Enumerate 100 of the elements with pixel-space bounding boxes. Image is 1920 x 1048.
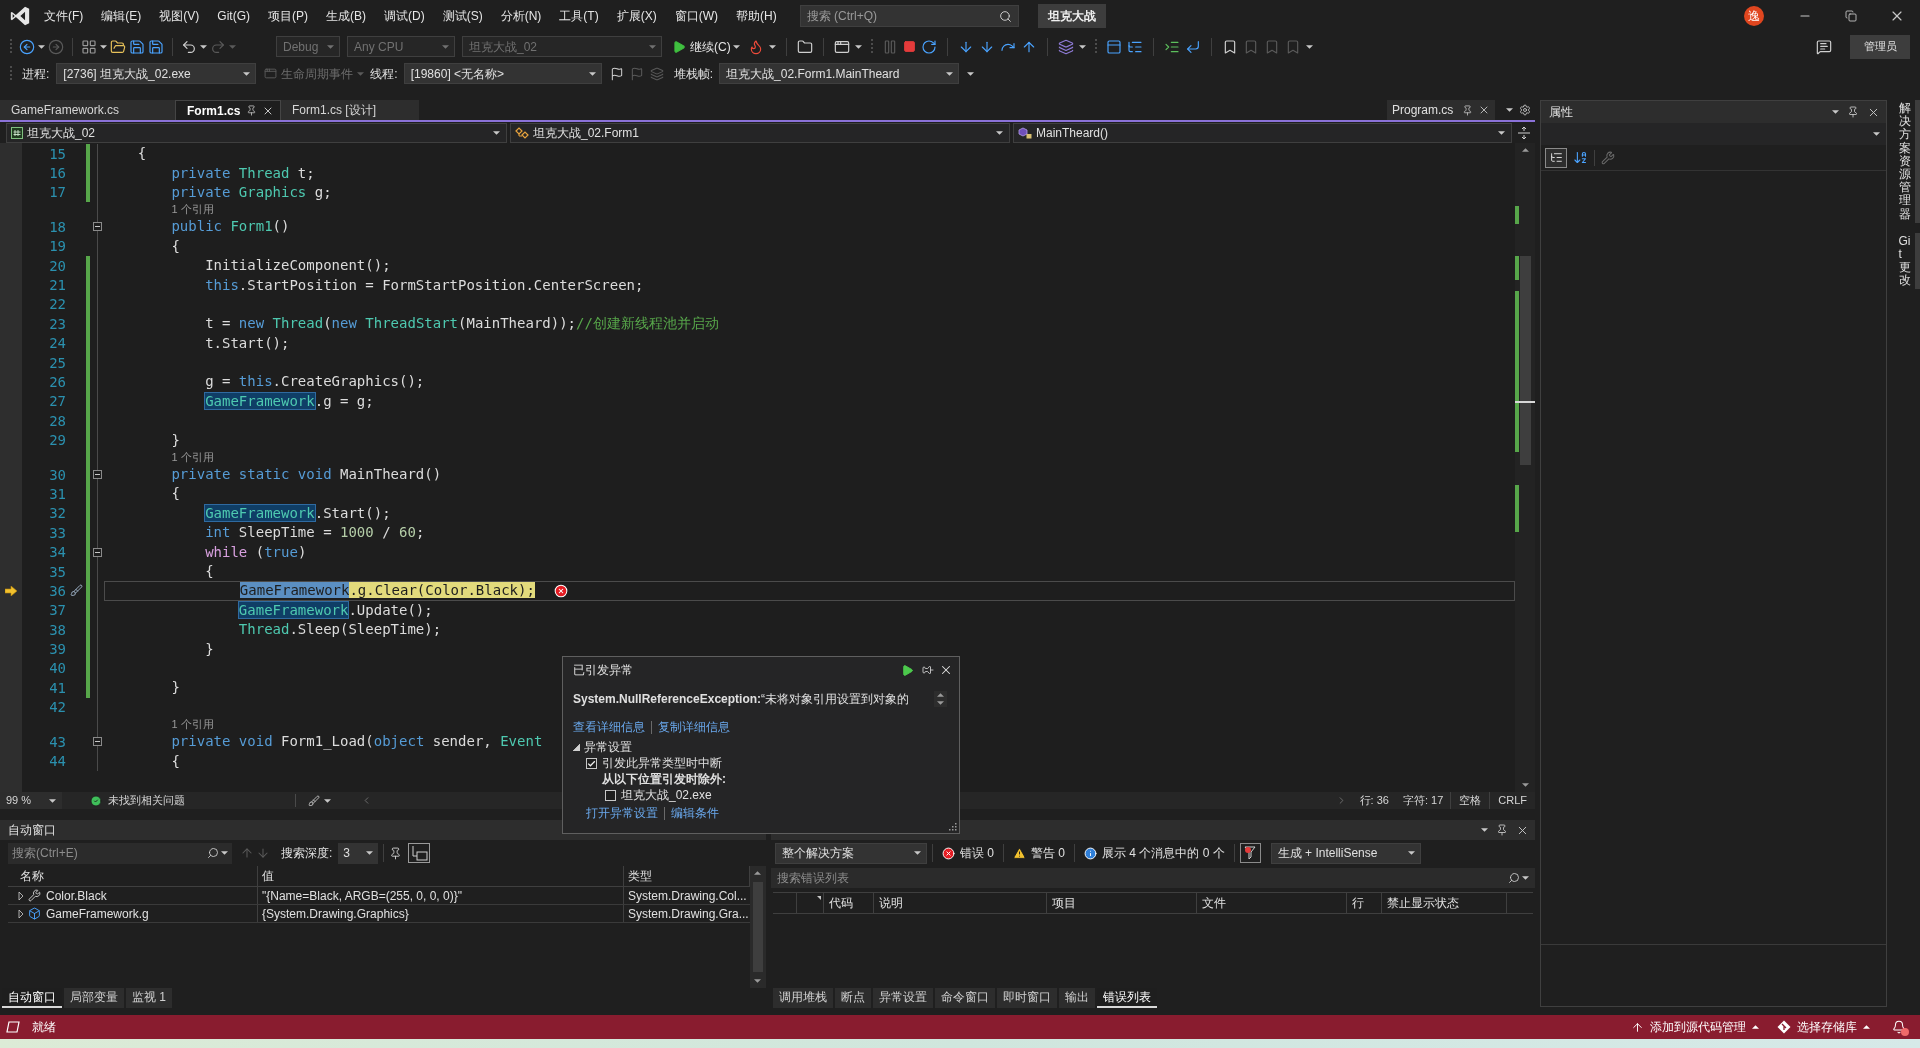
caret-icon[interactable] (1407, 851, 1415, 855)
caret-icon[interactable] (914, 851, 921, 855)
messages-filter-button[interactable]: 展示 4 个消息中的 0 个 (1080, 844, 1229, 862)
caret-icon[interactable] (768, 44, 776, 49)
caret-icon[interactable] (1506, 108, 1513, 112)
navigation-dropdown[interactable]: MainTheard() (1013, 122, 1512, 143)
search-icon[interactable] (998, 9, 1012, 23)
search-field[interactable]: 搜索(Ctrl+E) (8, 842, 232, 864)
collapse-icon[interactable] (92, 470, 102, 480)
caret-icon[interactable] (1873, 132, 1880, 136)
menu-item[interactable]: 扩展(X) (607, 4, 666, 28)
panel-tab[interactable]: 命令窗口 (935, 988, 995, 1008)
split-icon[interactable] (1518, 126, 1530, 139)
navigation-dropdown[interactable]: 坦克大战_02 (6, 122, 507, 143)
navigation-dropdown[interactable]: 坦克大战_02.Form1 (510, 122, 1010, 143)
search-icon[interactable] (1508, 872, 1520, 884)
scroll-down-icon[interactable] (1522, 783, 1529, 787)
checkbox[interactable] (586, 757, 597, 769)
pin-icon[interactable] (1462, 104, 1473, 116)
pin-icon[interactable] (1847, 106, 1859, 118)
grid-icon[interactable] (81, 38, 97, 55)
admin-button[interactable]: 管理员 (1850, 34, 1910, 59)
reference-count-link[interactable]: 1 个引用 (171, 451, 214, 463)
document-tab[interactable]: GameFramework.cs (0, 100, 175, 120)
expand-arrow-icon[interactable] (18, 891, 24, 900)
zoom-dropdown[interactable]: 99 % (0, 792, 62, 809)
wrench-icon[interactable] (1601, 150, 1615, 165)
return-arrow-icon[interactable] (1184, 38, 1201, 55)
toolbar-grip-icon[interactable] (1093, 37, 1098, 56)
column-header[interactable]: 文件 (1202, 894, 1226, 912)
expand-triangle-icon[interactable] (573, 743, 580, 751)
account-avatar[interactable]: 逸 (1744, 6, 1764, 26)
menu-item[interactable]: 窗口(W) (665, 4, 727, 28)
scroll-up-icon[interactable] (937, 693, 944, 697)
scroll-up-icon[interactable] (754, 871, 761, 875)
panel-tab[interactable]: 错误列表 (1097, 988, 1157, 1008)
toolbar-grip-icon[interactable] (9, 37, 13, 56)
window-icon[interactable] (833, 38, 850, 55)
corner-triangle-icon[interactable] (817, 896, 821, 900)
caret-icon[interactable] (493, 130, 500, 135)
menu-item[interactable]: Git(G) (208, 4, 259, 28)
source-dropdown[interactable]: 生成 + IntelliSense (1270, 842, 1421, 864)
pin-icon[interactable] (1496, 824, 1508, 836)
menu-item[interactable]: 项目(P) (259, 4, 317, 28)
column-header[interactable]: 说明 (879, 894, 903, 912)
panel-tab[interactable]: 调用堆栈 (773, 988, 833, 1008)
collapse-icon[interactable] (92, 222, 102, 232)
status-bar-button[interactable]: 添加到源代码管理 (1631, 1018, 1759, 1036)
column-indicator[interactable]: 字符: 17 (1395, 792, 1451, 809)
line-indicator[interactable]: 行: 36 (1352, 792, 1396, 809)
caret-icon[interactable] (49, 798, 56, 803)
caret-icon[interactable] (732, 44, 740, 49)
caret-icon[interactable] (1522, 876, 1529, 880)
caret-icon[interactable] (243, 71, 251, 76)
pin-icon[interactable] (389, 846, 403, 860)
caret-icon[interactable] (946, 71, 954, 76)
panel-tab[interactable]: 异常设置 (873, 988, 933, 1008)
column-header[interactable]: 禁止显示状态 (1387, 894, 1459, 912)
process-dropdown[interactable]: [2736] 坦克大战_02.exe (56, 63, 257, 84)
message-icon[interactable] (1816, 38, 1832, 55)
flag-icon[interactable] (609, 66, 624, 81)
save-icon[interactable] (129, 38, 145, 55)
circular-arrow-icon[interactable] (920, 38, 937, 55)
menu-item[interactable]: 测试(S) (433, 4, 492, 28)
link[interactable]: 复制详细信息 (658, 718, 730, 736)
play-icon[interactable] (901, 663, 914, 677)
warnings-filter-button[interactable]: 警告 0 (1009, 844, 1070, 862)
panel-tab[interactable]: 监视 1 (126, 988, 172, 1008)
column-header[interactable]: 项目 (1052, 894, 1076, 912)
brush-icon[interactable] (308, 794, 320, 807)
expand-arrow-icon[interactable] (18, 909, 24, 918)
close-icon[interactable] (1478, 104, 1490, 116)
line-ending-indicator[interactable]: CRLF (1489, 792, 1535, 809)
nested-boxes-icon[interactable] (408, 843, 431, 863)
document-tab[interactable]: Form1.cs (175, 100, 281, 120)
undo-icon[interactable] (181, 38, 197, 55)
caret-icon[interactable] (1832, 110, 1839, 114)
restore-icon[interactable] (1845, 10, 1857, 22)
menu-item[interactable]: 生成(B) (317, 4, 375, 28)
layers-icon[interactable] (1057, 38, 1074, 55)
vertical-scrollbar[interactable] (750, 866, 766, 988)
menu-item[interactable]: 编辑(E) (92, 4, 151, 28)
column-header[interactable]: 代码 (829, 894, 853, 912)
search-field[interactable]: 搜索 (Ctrl+Q) (799, 5, 1019, 27)
scrollbar-thumb[interactable] (1520, 256, 1531, 465)
reference-count-link[interactable]: 1 个引用 (171, 204, 214, 216)
filter-button[interactable] (1239, 843, 1261, 863)
caret-icon[interactable] (1078, 44, 1086, 49)
column-header[interactable]: 值 (262, 867, 274, 885)
caret-icon[interactable] (38, 44, 45, 49)
menu-item[interactable]: 分析(N) (491, 4, 551, 28)
stack-frame-dropdown[interactable]: 坦克大战_02.Form1.MainTheard (719, 63, 960, 84)
scroll-down-icon[interactable] (937, 701, 944, 705)
collapse-icon[interactable] (92, 737, 102, 747)
vertical-scrollbar[interactable] (1515, 143, 1535, 792)
caret-icon[interactable] (854, 44, 862, 49)
depth-dropdown[interactable]: 3 (338, 842, 379, 864)
menu-item[interactable]: 帮助(H) (727, 4, 786, 28)
continue-button[interactable]: 继续(C) (670, 35, 733, 58)
panel-tab[interactable]: 局部变量 (64, 988, 124, 1008)
